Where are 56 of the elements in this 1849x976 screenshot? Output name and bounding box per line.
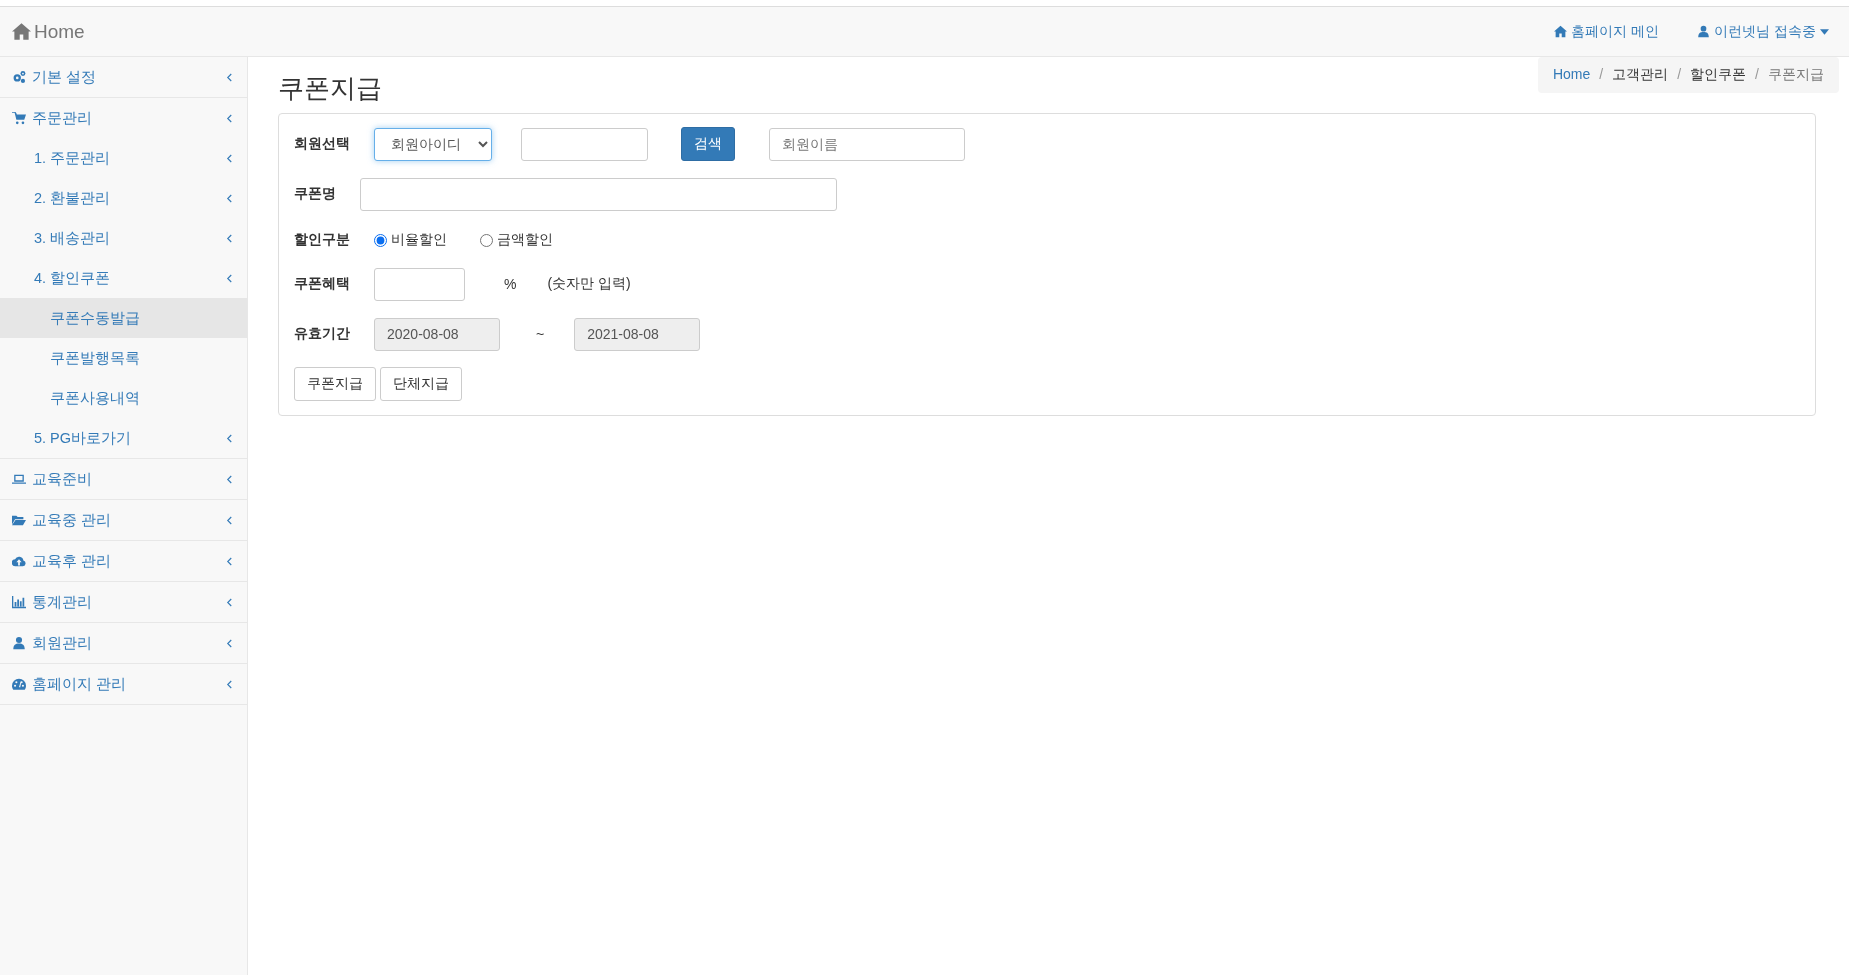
sidebar-item[interactable]: 교육중 관리	[0, 500, 247, 540]
member-type-dropdown[interactable]: 회원아이디	[374, 127, 492, 161]
radio-button[interactable]	[480, 233, 493, 247]
gauge-icon	[12, 677, 26, 691]
cloud-upload-icon	[12, 554, 26, 568]
user-icon	[12, 636, 26, 650]
sidebar-item[interactable]: 기본 설정	[0, 57, 247, 97]
breadcrumb-current: 쿠폰지급	[1768, 66, 1824, 84]
field-label: 할인구분	[294, 231, 351, 249]
radio-label: 금액할인	[497, 231, 553, 249]
sidebar-item[interactable]: 주문관리	[0, 98, 247, 138]
breadcrumb-separator: /	[1598, 66, 1605, 84]
homepage-link[interactable]: 홈페이지 메인	[1554, 22, 1660, 41]
sidebar-item[interactable]: 쿠폰사용내역	[0, 378, 247, 418]
bar-chart-icon	[12, 595, 26, 609]
user-menu-link[interactable]: 이런넷님 접속중	[1697, 22, 1829, 41]
field-label: 쿠폰명	[294, 185, 337, 203]
range-separator: ~	[536, 326, 545, 342]
sidebar-item[interactable]: 쿠폰발행목록	[0, 338, 247, 378]
sidebar-item[interactable]: 통계관리	[0, 582, 247, 622]
gears-icon	[12, 70, 26, 84]
hint-text: (숫자만 입력)	[547, 275, 631, 293]
breadcrumb-link[interactable]: 고객관리	[1612, 66, 1669, 84]
sidebar-item[interactable]: 5. PG바로가기	[0, 418, 247, 458]
member-id-field[interactable]	[521, 127, 648, 161]
page-title: 쿠폰지급	[278, 72, 382, 105]
folder-icon	[12, 513, 26, 527]
field-label: 유효기간	[294, 325, 351, 343]
cart-icon	[12, 111, 26, 125]
percent-unit: %	[504, 276, 517, 292]
sidebar-item[interactable]: 홈페이지 관리	[0, 664, 247, 704]
radio-label: 비율할인	[391, 231, 447, 249]
sidebar-item[interactable]: 1. 주문관리	[0, 138, 247, 178]
benefit-field[interactable]	[374, 267, 465, 301]
laptop-icon	[12, 472, 26, 486]
submit-button[interactable]: 쿠폰지급	[294, 367, 376, 401]
member-name-field[interactable]: 회원이름	[769, 127, 965, 161]
home-link[interactable]: Home	[12, 20, 85, 43]
sidebar-item[interactable]: 3. 배송관리	[0, 218, 247, 258]
field-label: 쿠폰혜택	[294, 275, 351, 293]
coupon-name-field[interactable]	[360, 177, 837, 211]
sidebar-item[interactable]: 회원관리	[0, 623, 247, 663]
sidebar-item[interactable]: 교육준비	[0, 459, 247, 499]
home-icon	[12, 22, 31, 41]
breadcrumb-separator: /	[1754, 66, 1760, 84]
sidebar-item[interactable]: 4. 할인쿠폰	[0, 258, 247, 298]
sidebar-item[interactable]: 쿠폰수동발급	[0, 298, 247, 338]
sidebar-item[interactable]: 2. 환불관리	[0, 178, 247, 218]
breadcrumb-separator: /	[1676, 66, 1683, 84]
submit-button[interactable]: 단체지급	[380, 367, 462, 401]
sidebar-item[interactable]: 교육후 관리	[0, 541, 247, 581]
radio-button[interactable]	[374, 233, 387, 247]
field-label: 회원선택	[294, 135, 351, 153]
search-button[interactable]: 검색	[681, 127, 735, 161]
breadcrumb-link[interactable]: 할인쿠폰	[1690, 66, 1747, 84]
breadcrumb-link[interactable]: Home	[1552, 66, 1591, 84]
